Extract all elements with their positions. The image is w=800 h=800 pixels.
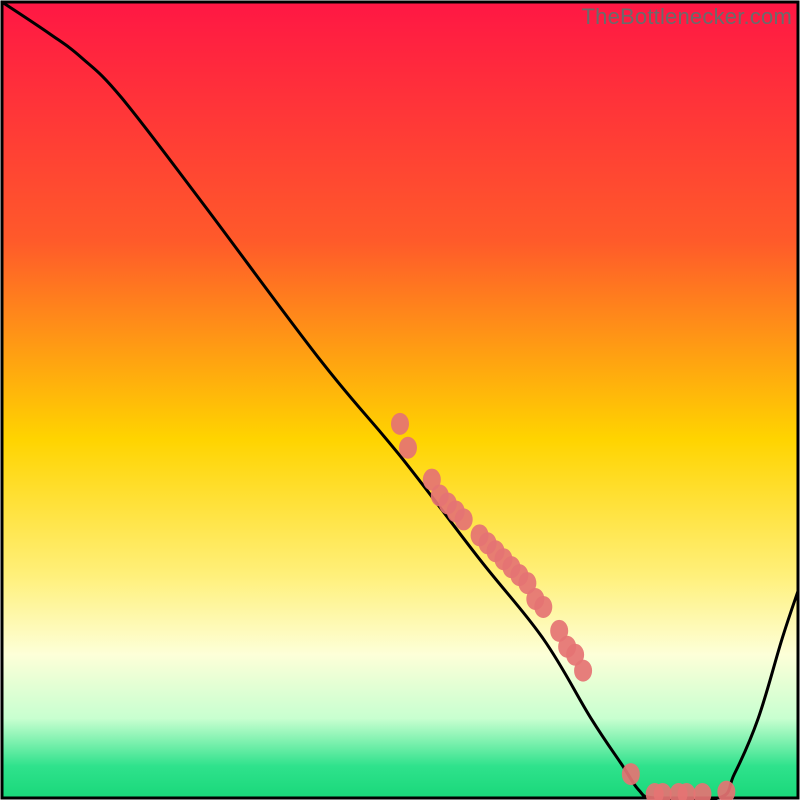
chart-container: TheBottlenecker.com	[0, 0, 800, 800]
data-point	[534, 596, 552, 618]
data-point	[391, 413, 409, 435]
data-point	[574, 660, 592, 682]
data-point	[622, 763, 640, 785]
chart-background	[2, 2, 798, 798]
data-point	[399, 437, 417, 459]
data-point	[455, 508, 473, 530]
watermark-text: TheBottlenecker.com	[582, 4, 792, 30]
bottleneck-chart	[0, 0, 800, 800]
